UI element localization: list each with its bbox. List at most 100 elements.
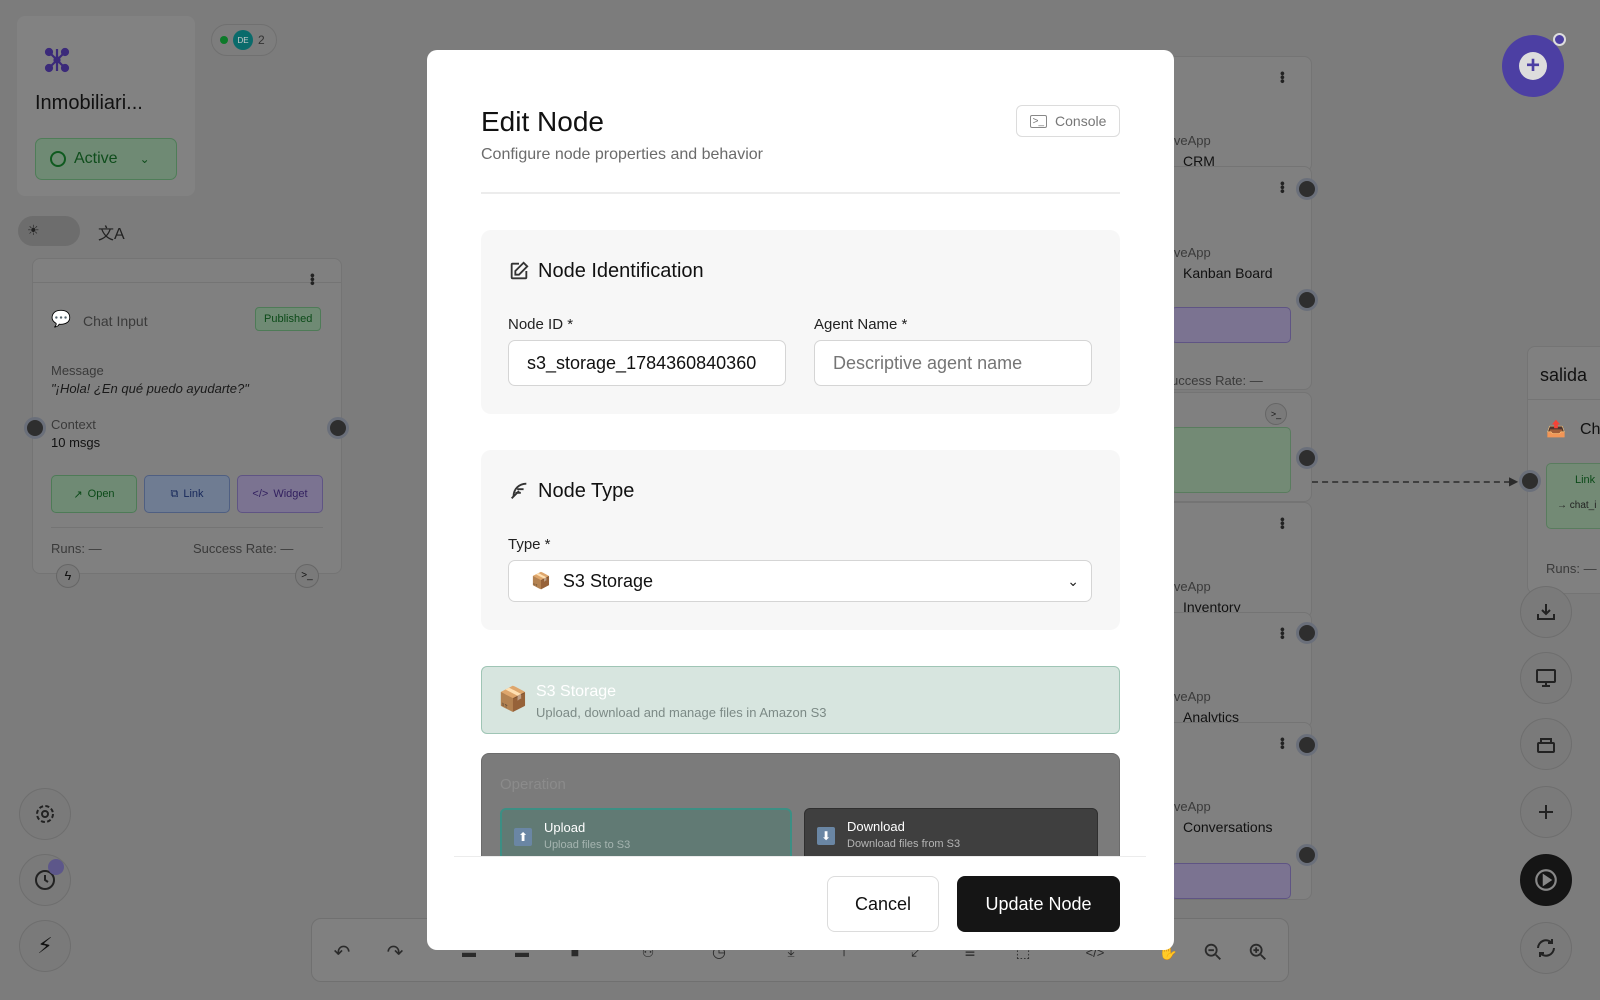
widget-label: Widget	[273, 488, 308, 500]
terminal-icon[interactable]: >_	[1265, 403, 1287, 425]
node-handle[interactable]	[1296, 289, 1318, 311]
node-info-card: 📦 S3 Storage Upload, download and manage…	[481, 666, 1120, 734]
type-selected: S3 Storage	[562, 570, 653, 591]
avatar: DE	[233, 30, 253, 50]
translate-icon[interactable]: 文A	[98, 220, 125, 244]
node-name: Ch	[1580, 421, 1600, 438]
runs-label: Runs: —	[1546, 561, 1597, 576]
node-handle[interactable]	[1296, 622, 1318, 644]
node-id-input[interactable]	[508, 340, 786, 386]
bolt-icon[interactable]: ϟ	[56, 564, 80, 588]
node-prefix: iveApp	[1171, 579, 1211, 594]
node-handle[interactable]	[1296, 178, 1318, 200]
salida-node[interactable]: salida 📤 Ch Link → chat_i Runs: —	[1527, 346, 1600, 594]
input-handle[interactable]	[24, 417, 46, 439]
code-icon: </>	[252, 488, 269, 500]
published-badge: Published	[255, 307, 322, 331]
node-handle[interactable]	[1296, 447, 1318, 469]
settings-icon[interactable]	[19, 788, 71, 840]
upload-icon: ⬆	[514, 828, 532, 846]
link-button[interactable]: ⧉ Link	[144, 475, 230, 513]
output-handle[interactable]	[327, 417, 349, 439]
monitor-icon[interactable]	[1520, 652, 1572, 704]
kanban-node[interactable]: ••• iveApp Kanban Board uccess Rate: —	[1150, 166, 1312, 390]
link-label: Link	[183, 488, 204, 500]
layers-icon[interactable]	[1520, 718, 1572, 770]
console-button[interactable]: >_ Console	[1016, 105, 1120, 137]
analytics-node[interactable]: ••• iveApp Analytics	[1150, 612, 1312, 728]
type-label: Type *	[508, 536, 551, 553]
terminal-icon: >_	[1029, 114, 1048, 128]
import-icon[interactable]	[1520, 586, 1572, 638]
success-rate-label: uccess Rate: —	[1171, 373, 1263, 388]
context-label: Context	[51, 417, 96, 432]
node-handle[interactable]	[1296, 734, 1318, 756]
conversations-node[interactable]: ••• iveApp Conversations	[1150, 722, 1312, 900]
crm-node[interactable]: ••• iveApp CRM	[1150, 56, 1312, 172]
link-label: Link	[1575, 474, 1596, 486]
edit-node-modal: Edit Node Configure node properties and …	[427, 50, 1174, 950]
node-prefix: iveApp	[1171, 689, 1211, 704]
inventory-node[interactable]: ••• iveApp Inventory	[1150, 502, 1312, 618]
divider	[481, 192, 1120, 194]
node-prefix: iveApp	[1171, 133, 1211, 148]
project-logo-icon	[41, 44, 73, 76]
link-sub: → chat_i	[1557, 500, 1597, 511]
input-handle[interactable]	[1519, 470, 1541, 492]
check-circle-icon	[50, 151, 66, 167]
cancel-button[interactable]: Cancel	[827, 876, 939, 932]
arrow-head-icon: ▶	[1509, 474, 1519, 488]
node-handle[interactable]	[1296, 844, 1318, 866]
lightning-icon[interactable]: ⚡	[19, 920, 71, 972]
play-icon[interactable]	[1520, 854, 1572, 906]
outbox-icon: 📤	[1546, 421, 1566, 438]
node-menu-icon[interactable]: •••	[1275, 181, 1291, 193]
undo-icon[interactable]: ↶	[331, 941, 353, 964]
chat-bubble-icon: 💬	[51, 311, 71, 328]
plus-icon[interactable]	[1520, 786, 1572, 838]
theme-toggle[interactable]: ☀	[18, 216, 80, 246]
terminal-icon[interactable]: >_	[295, 564, 319, 588]
node-menu-icon[interactable]: •••	[1275, 737, 1291, 749]
zoom-out-icon[interactable]	[1202, 941, 1224, 963]
presence-count: 2	[258, 33, 265, 47]
node-menu-icon[interactable]: •••	[1275, 517, 1291, 529]
refresh-icon[interactable]	[1520, 922, 1572, 974]
node-name: Kanban Board	[1183, 265, 1273, 281]
sun-icon: ☀	[27, 222, 40, 238]
node-prefix: iveApp	[1171, 799, 1211, 814]
open-label: Open	[87, 488, 115, 500]
zoom-in-icon[interactable]	[1247, 941, 1269, 963]
online-dot	[220, 36, 228, 44]
agent-name-label: Agent Name *	[814, 316, 908, 333]
info-title: S3 Storage	[536, 683, 617, 700]
node-title: Chat Input	[83, 313, 148, 329]
presence-pill[interactable]: DE 2	[211, 24, 277, 56]
redo-icon[interactable]: ↷	[384, 941, 406, 964]
chat-input-node[interactable]: ••• 💬 Chat Input Published Message "¡Hol…	[32, 258, 342, 574]
plus-circle-icon: +	[1519, 52, 1547, 80]
node-menu-icon[interactable]: •••	[1275, 627, 1291, 639]
node-menu-icon[interactable]: •••	[1275, 71, 1291, 83]
node-menu-icon[interactable]: •••	[305, 273, 321, 285]
node-title: salida	[1540, 365, 1588, 385]
chevron-down-icon: ⌄	[1067, 572, 1079, 589]
upload-desc: Upload files to S3	[544, 839, 631, 851]
widget-button[interactable]: </> Widget	[237, 475, 323, 513]
status-dropdown[interactable]: Active ⌄	[35, 138, 177, 180]
box-icon: 📦	[498, 686, 528, 713]
update-node-button[interactable]: Update Node	[957, 876, 1120, 932]
section-title: Node Type	[538, 480, 635, 502]
download-desc: Download files from S3	[847, 838, 961, 850]
history-icon[interactable]	[19, 854, 71, 906]
download-icon: ⬇	[817, 827, 835, 845]
section-title: Node Identification	[538, 260, 704, 282]
agent-name-input[interactable]	[814, 340, 1092, 386]
open-button[interactable]: ↗ Open	[51, 475, 137, 513]
external-link-icon: ↗	[73, 488, 83, 501]
upload-title: Upload	[544, 820, 586, 835]
node-prefix: iveApp	[1171, 245, 1211, 260]
operation-label: Operation	[500, 776, 566, 793]
green-node[interactable]: >_	[1150, 392, 1312, 502]
type-select[interactable]: 📦 S3 Storage ⌄	[508, 560, 1092, 602]
